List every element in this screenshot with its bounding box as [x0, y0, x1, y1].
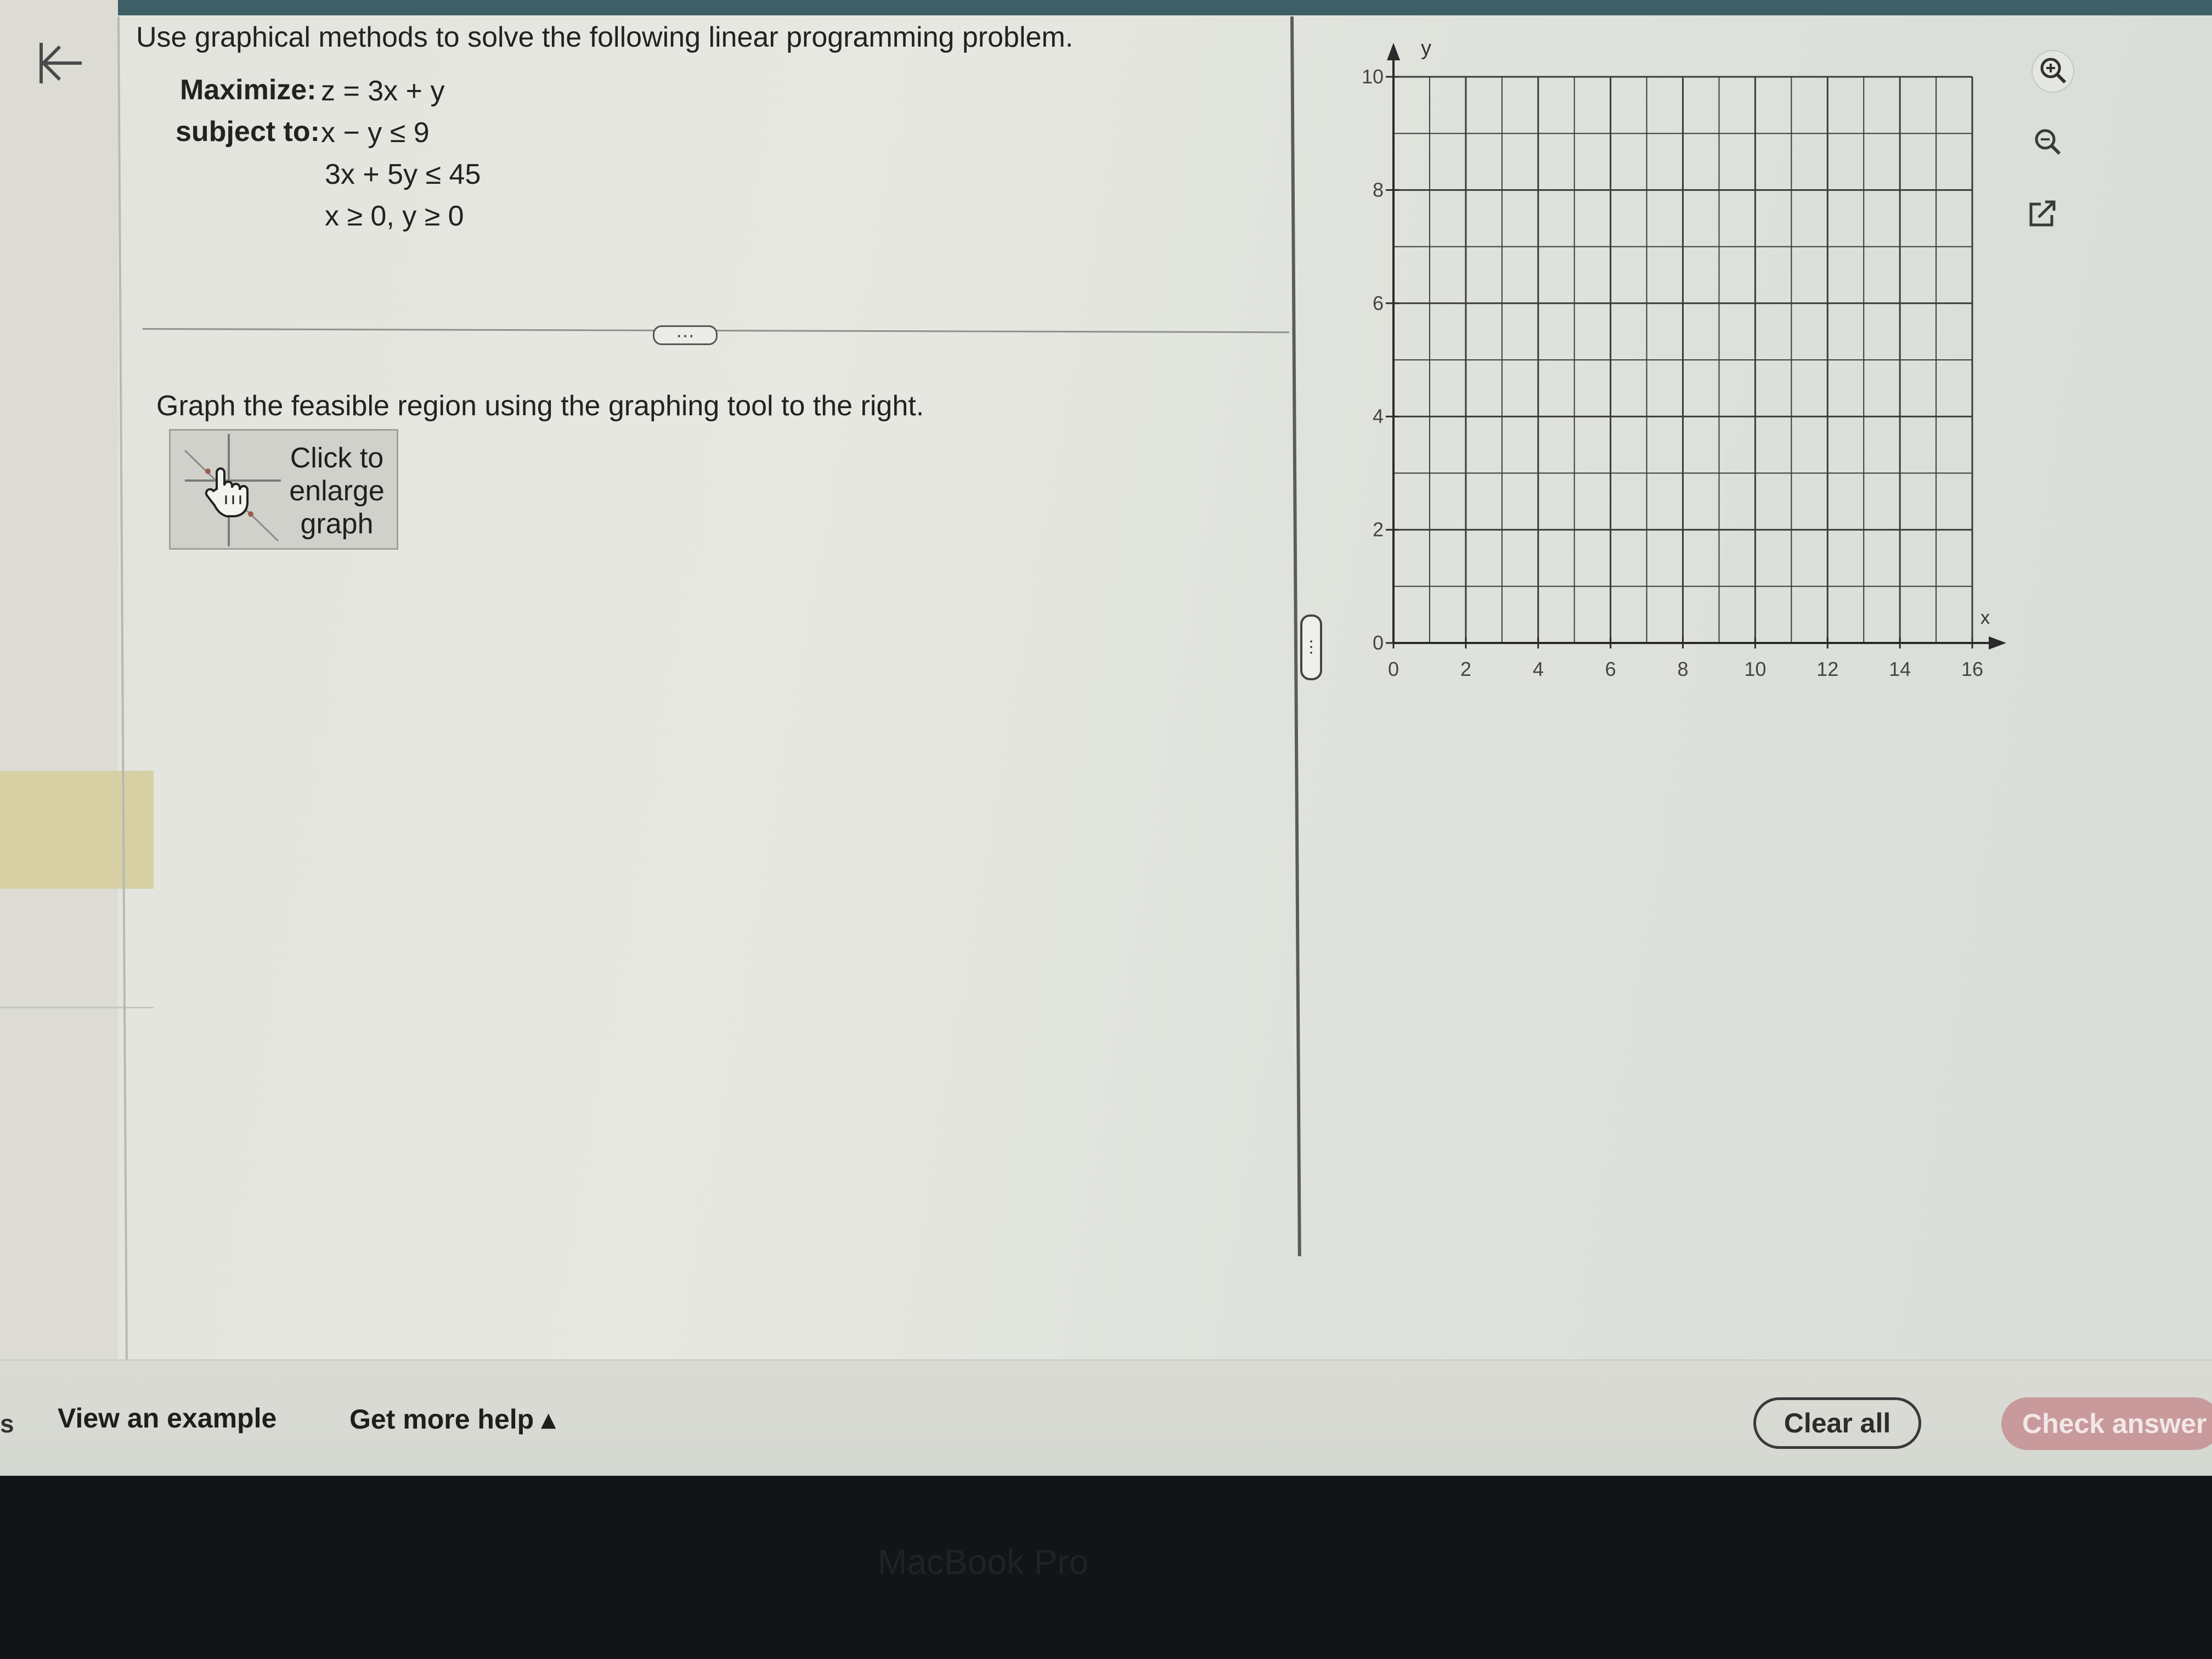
grid-lines: [1393, 76, 1973, 643]
popout-icon: [2029, 200, 2056, 227]
x-tick-label: 8: [1677, 658, 1688, 680]
x-tick-label: 6: [1605, 658, 1616, 680]
axes: xy: [1387, 37, 2006, 650]
x-tick-label: 16: [1961, 658, 1983, 680]
zoom-in-icon: [2032, 50, 2074, 93]
clear-all-button[interactable]: Clear all: [1753, 1397, 1921, 1449]
screen: Use graphical methods to solve the follo…: [0, 0, 2212, 1476]
y-axis-label: y: [1421, 37, 1431, 60]
zoom-in-button[interactable]: [2025, 44, 2080, 99]
tick-labels: 0 2 4 6 8 10 12 14 16 0 2 4 6 8 10: [1362, 65, 1983, 680]
zoom-out-icon: [2035, 129, 2061, 155]
y-axis-arrow: [1387, 43, 1400, 60]
x-tick-label: 10: [1744, 658, 1766, 680]
footer-edge-text: s: [0, 1409, 14, 1438]
x-axis-arrow: [1989, 636, 2006, 650]
x-axis-label: x: [1980, 607, 1990, 628]
x-tick-label: 2: [1460, 658, 1471, 680]
y-tick-label: 10: [1362, 65, 1384, 88]
x-tick-label: 14: [1889, 658, 1911, 680]
get-more-help-button[interactable]: Get more help ▴: [349, 1403, 555, 1435]
check-answer-button[interactable]: Check answer: [2001, 1397, 2212, 1450]
zoom-out-button[interactable]: [2020, 115, 2075, 170]
graphing-tool[interactable]: xy 0 2 4 6 8 10 12 14 160246810: [0, 0, 2212, 1359]
y-tick-label: 8: [1373, 178, 1384, 201]
view-example-link[interactable]: View an example: [58, 1402, 276, 1434]
popout-button[interactable]: [2015, 187, 2069, 241]
y-tick-label: 6: [1373, 292, 1384, 314]
x-tick-label: 4: [1533, 658, 1544, 680]
y-tick-label: 4: [1373, 405, 1384, 427]
y-tick-label: 2: [1373, 518, 1384, 541]
y-tick-label: 0: [1373, 631, 1384, 654]
x-tick-label: 12: [1816, 658, 1838, 680]
x-tick-label: 0: [1388, 658, 1399, 680]
laptop-brand-label: MacBook Pro: [878, 1542, 1089, 1582]
